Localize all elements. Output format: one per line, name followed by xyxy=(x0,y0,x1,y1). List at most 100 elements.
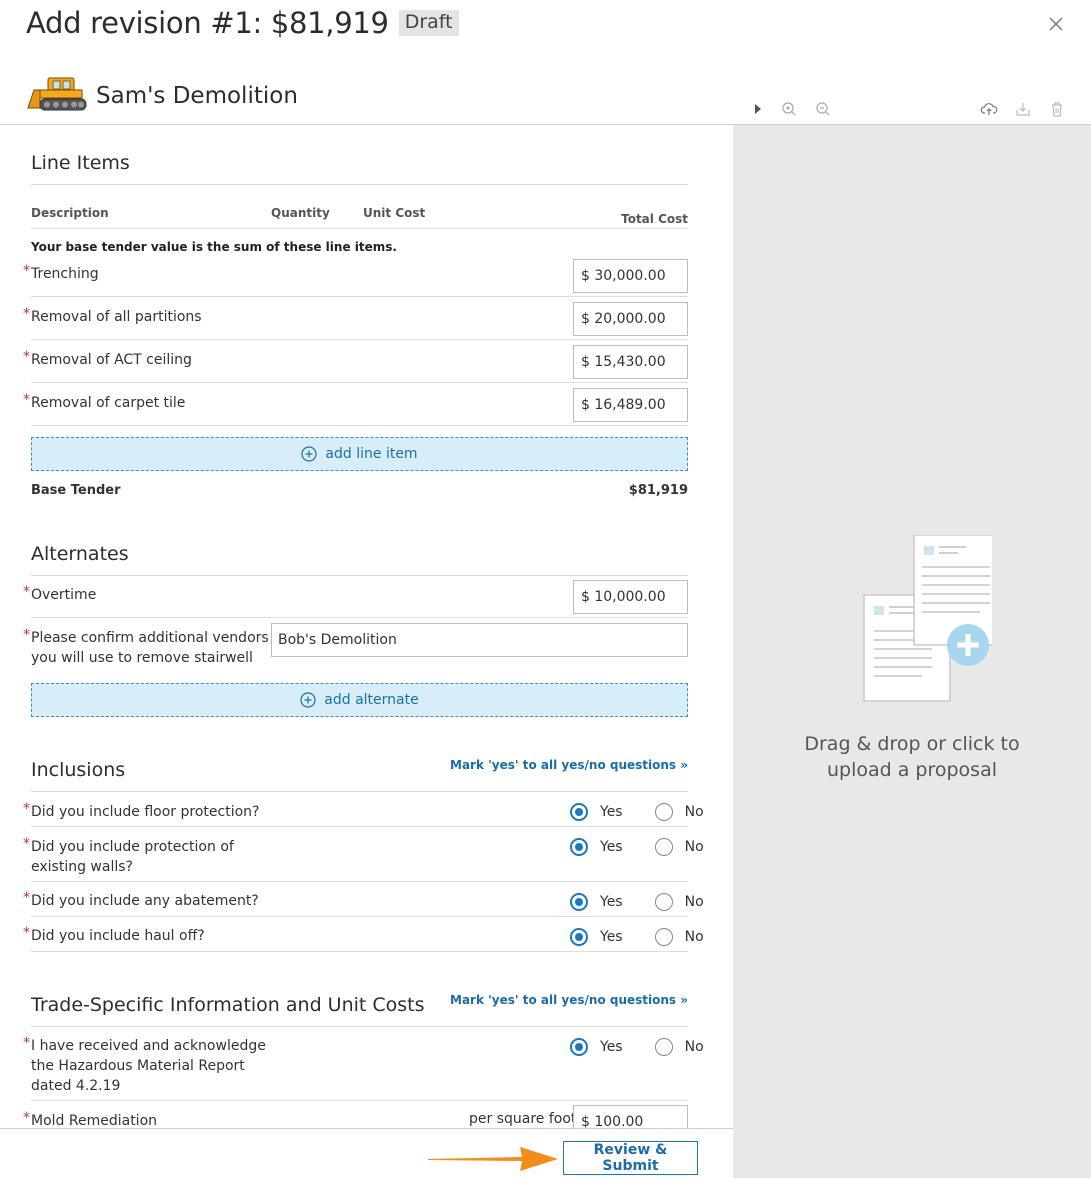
review-submit-button[interactable]: Review & Submit xyxy=(563,1141,698,1175)
required-marker: * xyxy=(23,890,30,906)
no-label: No xyxy=(684,894,704,910)
yes-label: Yes xyxy=(600,894,623,910)
column-header-quantity: Quantity xyxy=(271,206,330,220)
download-icon[interactable] xyxy=(1014,100,1032,118)
question-line1: I have received and acknowledge xyxy=(31,1038,266,1054)
proposal-panel: Drag & drop or click to upload a proposa… xyxy=(733,125,1091,1178)
line-item-label: Trenching xyxy=(31,266,99,282)
trade-specific-title: Trade-Specific Information and Unit Cost… xyxy=(31,994,425,1016)
line-item-total-input[interactable] xyxy=(573,388,688,422)
bulldozer-logo-icon xyxy=(27,77,87,111)
no-radio[interactable] xyxy=(654,1038,673,1056)
yes-radio[interactable] xyxy=(570,928,588,946)
yes-no-radio-group: Yes No xyxy=(570,803,704,821)
no-radio[interactable] xyxy=(654,803,673,821)
inclusion-question-label: Did you include any abatement? xyxy=(31,893,259,909)
yes-label: Yes xyxy=(600,804,623,820)
zoom-in-icon[interactable] xyxy=(780,100,798,118)
dropzone-text: Drag & drop or click to upload a proposa… xyxy=(733,731,1091,783)
yes-radio[interactable] xyxy=(570,838,588,856)
no-radio[interactable] xyxy=(654,893,673,911)
cloud-upload-icon[interactable] xyxy=(980,100,998,118)
yes-radio[interactable] xyxy=(570,1038,588,1056)
required-marker: * xyxy=(23,1110,30,1126)
add-alternate-label: add alternate xyxy=(324,692,419,708)
required-marker: * xyxy=(23,392,30,408)
line-item-label: Removal of carpet tile xyxy=(31,395,186,411)
no-radio[interactable] xyxy=(654,928,673,946)
required-marker: * xyxy=(23,349,30,365)
column-header-total-cost: Total Cost xyxy=(621,212,688,226)
required-marker: * xyxy=(23,801,30,817)
no-label: No xyxy=(684,929,704,945)
section-divider xyxy=(31,575,688,576)
add-line-item-button[interactable]: add line item xyxy=(31,437,688,471)
row-divider xyxy=(31,826,688,827)
dropzone-text-line1: Drag & drop or click to xyxy=(804,733,1020,755)
row-divider xyxy=(31,916,688,917)
footer-divider xyxy=(0,1128,733,1129)
yes-no-radio-group: Yes No xyxy=(570,1038,704,1056)
inclusion-question-label: Did you include haul off? xyxy=(31,928,205,944)
no-label: No xyxy=(684,839,704,855)
no-label: No xyxy=(684,1039,704,1055)
question-line3: dated 4.2.19 xyxy=(31,1078,121,1094)
overtime-input[interactable] xyxy=(573,580,688,614)
page-title: Add revision #1: $81,919 xyxy=(26,6,389,40)
row-divider xyxy=(31,617,688,618)
status-badge: Draft xyxy=(398,10,459,36)
bid-form: Line Items Description Quantity Unit Cos… xyxy=(0,125,733,1128)
question-line1: Did you include protection of xyxy=(31,839,234,855)
close-icon[interactable] xyxy=(1046,14,1066,34)
section-divider xyxy=(31,791,688,792)
company-name: Sam's Demolition xyxy=(96,83,298,109)
mark-all-yes-link[interactable]: Mark 'yes' to all yes/no questions » xyxy=(450,758,688,772)
base-tender-note: Your base tender value is the sum of the… xyxy=(31,240,397,254)
yes-no-radio-group: Yes No xyxy=(570,928,704,946)
yes-label: Yes xyxy=(600,929,623,945)
add-line-item-label: add line item xyxy=(325,446,418,462)
line-item-label: Removal of all partitions xyxy=(31,309,202,325)
line-items-title: Line Items xyxy=(31,152,130,174)
vendors-input[interactable] xyxy=(271,623,688,657)
yes-no-radio-group: Yes No xyxy=(570,838,704,856)
zoom-out-icon[interactable] xyxy=(814,100,832,118)
row-divider xyxy=(31,881,688,882)
line-item-total-input[interactable] xyxy=(573,345,688,379)
line-item-total-input[interactable] xyxy=(573,259,688,293)
column-header-unit-cost: Unit Cost xyxy=(363,206,426,220)
alternates-title: Alternates xyxy=(31,543,129,565)
document-upload-icon xyxy=(863,535,992,702)
line-item-label: Removal of ACT ceiling xyxy=(31,352,192,368)
unit-label: per square foot xyxy=(469,1111,577,1127)
mold-remediation-input[interactable] xyxy=(573,1105,688,1128)
hazard-question-label: I have received and acknowledge the Haza… xyxy=(31,1036,266,1096)
no-label: No xyxy=(684,804,704,820)
required-marker: * xyxy=(23,627,30,643)
company-header: Sam's Demolition xyxy=(26,64,298,112)
mark-all-yes-link[interactable]: Mark 'yes' to all yes/no questions » xyxy=(450,993,688,1007)
add-alternate-button[interactable]: add alternate xyxy=(31,683,688,717)
inclusion-question-label: Did you include protection of existing w… xyxy=(31,837,234,877)
required-marker: * xyxy=(23,584,30,600)
yes-label: Yes xyxy=(600,1039,623,1055)
dropzone-text-line2: upload a proposal xyxy=(826,759,998,781)
proposal-dropzone[interactable]: Drag & drop or click to upload a proposa… xyxy=(733,535,1091,783)
mold-remediation-label: Mold Remediation xyxy=(31,1113,158,1128)
no-radio[interactable] xyxy=(654,838,673,856)
play-icon[interactable] xyxy=(749,100,767,118)
required-marker: * xyxy=(23,1035,30,1051)
yes-radio[interactable] xyxy=(570,893,588,911)
inclusion-question-label: Did you include floor protection? xyxy=(31,804,260,820)
required-marker: * xyxy=(23,925,30,941)
trash-icon[interactable] xyxy=(1048,100,1066,118)
yes-label: Yes xyxy=(600,839,623,855)
row-divider xyxy=(31,951,688,952)
yes-radio[interactable] xyxy=(570,803,588,821)
row-divider xyxy=(31,425,688,426)
line-item-total-input[interactable] xyxy=(573,302,688,336)
required-marker: * xyxy=(23,836,30,852)
section-divider xyxy=(31,228,688,229)
column-header-description: Description xyxy=(31,206,109,220)
header: Add revision #1: $81,919 Draft xyxy=(26,6,459,40)
